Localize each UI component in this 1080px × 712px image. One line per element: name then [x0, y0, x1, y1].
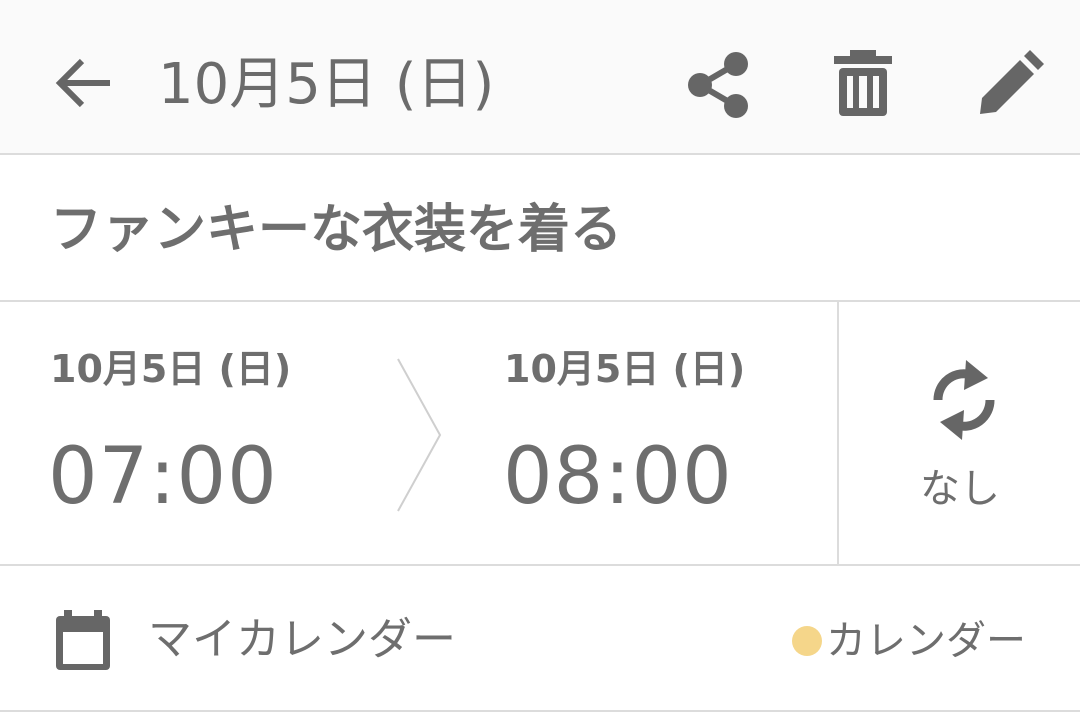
- start-date[interactable]: 10月5日 (日): [50, 346, 291, 392]
- event-title: ファンキーな衣装を着る: [50, 200, 623, 260]
- repeat-button[interactable]: [840, 302, 1080, 564]
- share-icon: [688, 52, 748, 118]
- app-bar: 10月5日 (日): [0, 0, 1080, 155]
- divider: [837, 302, 839, 564]
- page-title: 10月5日 (日): [158, 52, 495, 117]
- calendar-row[interactable]: マイカレンダー カレンダー: [0, 566, 1080, 712]
- arrow-left-icon: [55, 58, 110, 108]
- pencil-icon: [980, 50, 1044, 114]
- delete-button[interactable]: [828, 50, 898, 120]
- calendar-name: マイカレンダー: [148, 614, 456, 665]
- sync-icon: [933, 360, 995, 440]
- chevron-right-icon: [397, 358, 442, 512]
- share-button[interactable]: [684, 50, 754, 120]
- trash-icon: [834, 50, 892, 116]
- repeat-label: なし: [920, 466, 1000, 512]
- start-time[interactable]: 07:00: [48, 432, 278, 522]
- calendar-icon: [56, 610, 110, 670]
- end-time[interactable]: 08:00: [503, 432, 733, 522]
- end-date[interactable]: 10月5日 (日): [504, 346, 745, 392]
- back-button[interactable]: [52, 55, 114, 111]
- edit-button[interactable]: [974, 50, 1044, 120]
- calendar-color-dot: [792, 626, 822, 656]
- calendar-type-label: カレンダー: [826, 618, 1026, 664]
